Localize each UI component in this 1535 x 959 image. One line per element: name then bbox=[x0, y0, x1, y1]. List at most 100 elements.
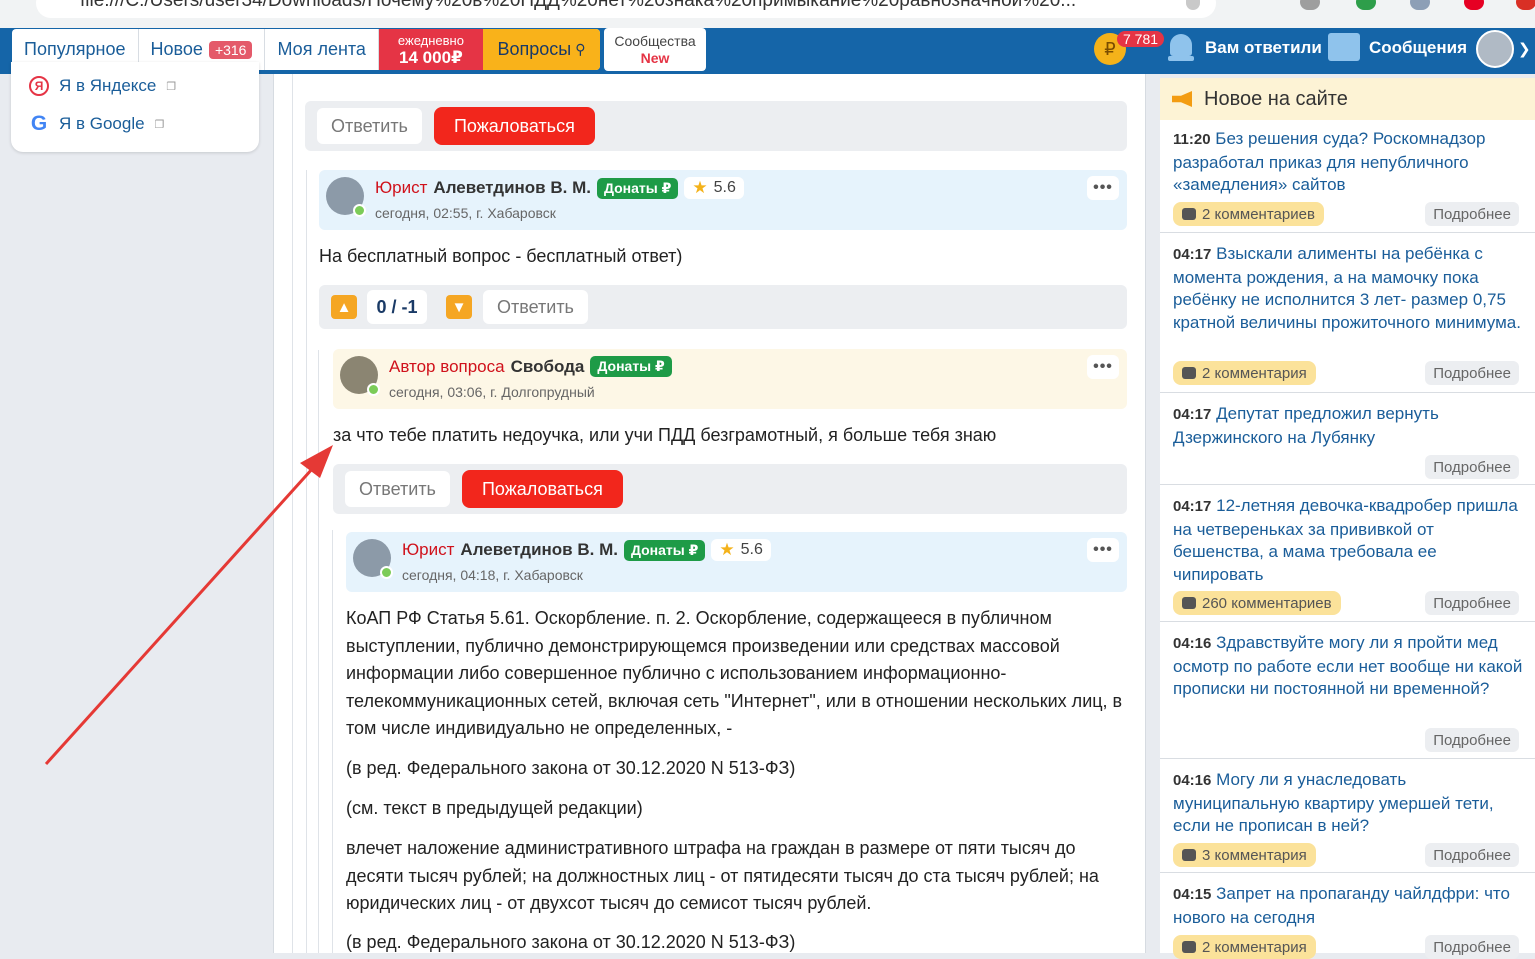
promo-line2: 14 000₽ bbox=[399, 47, 463, 67]
more-options-icon[interactable]: ••• bbox=[1087, 355, 1119, 379]
comments-badge[interactable]: 2 комментариев bbox=[1173, 202, 1324, 226]
author-name[interactable]: Алеветдинов В. М. bbox=[433, 178, 591, 198]
search-icon: ⚲ bbox=[575, 41, 586, 57]
answer-paragraph: КоАП РФ Статья 5.61. Оскорбление. п. 2. … bbox=[346, 608, 1123, 738]
megaphone-icon bbox=[1172, 91, 1192, 107]
news-text[interactable]: 04:15 Запрет на пропаганду чайлдфри: что… bbox=[1173, 883, 1523, 929]
tab-label: Популярное bbox=[24, 39, 126, 59]
extension-icon[interactable] bbox=[1410, 0, 1430, 10]
news-text[interactable]: 04:17 Взыскали алименты на ребёнка с мом… bbox=[1173, 243, 1523, 334]
thumbs-up-icon[interactable]: ▲ bbox=[331, 295, 357, 319]
user-avatar[interactable] bbox=[1476, 30, 1514, 68]
news-text[interactable]: 04:16 Здравствуйте могу ли я пройти мед … bbox=[1173, 632, 1523, 701]
star-icon: ★ bbox=[692, 178, 708, 197]
social-login-card: Я Я в Яндексе ❐ G Я в Google ❐ bbox=[11, 62, 259, 152]
more-button[interactable]: Подробнее bbox=[1425, 728, 1519, 752]
online-indicator bbox=[367, 383, 380, 396]
reply-button[interactable]: Ответить bbox=[345, 471, 450, 507]
post-actions: Ответить Пожаловаться bbox=[305, 101, 1127, 151]
news-text[interactable]: 04:17 12-летняя девочка-квадробер пришла… bbox=[1173, 495, 1523, 586]
comments-count: 3 комментария bbox=[1202, 846, 1307, 864]
news-item[interactable]: 04:17 Депутат предложил вернуть Дзержинс… bbox=[1160, 393, 1535, 485]
questions-button[interactable]: Вопросы ⚲ bbox=[482, 29, 600, 70]
more-options-icon[interactable]: ••• bbox=[1087, 176, 1119, 200]
answer-header: Юрист Алеветдинов В. М. Донаты ₽ ★ 5.6 се… bbox=[346, 532, 1127, 592]
messages-link[interactable]: Сообщения bbox=[1369, 38, 1467, 58]
more-button[interactable]: Подробнее bbox=[1425, 935, 1519, 959]
donate-badge[interactable]: Донаты ₽ bbox=[590, 356, 672, 377]
answered-link[interactable]: Вам ответили bbox=[1205, 38, 1322, 58]
comments-badge[interactable]: 2 комментария bbox=[1173, 935, 1316, 959]
comments-badge[interactable]: 260 комментариев bbox=[1173, 591, 1341, 615]
more-button[interactable]: Подробнее bbox=[1425, 591, 1519, 615]
news-item[interactable]: 04:16 Могу ли я унаследовать муниципальн… bbox=[1160, 759, 1535, 873]
news-link[interactable]: Запрет на пропаганду чайлдфри: что новог… bbox=[1173, 884, 1510, 927]
bell-icon[interactable] bbox=[1168, 34, 1194, 64]
more-options-icon[interactable]: ••• bbox=[1087, 538, 1119, 562]
communities-button[interactable]: Сообщества New bbox=[604, 28, 706, 71]
address-url[interactable]: file:///C:/Users/user34/Downloads/Почему… bbox=[80, 0, 1076, 12]
news-header: Новое на сайте bbox=[1160, 78, 1535, 120]
google-label: Я в Google bbox=[59, 114, 145, 133]
author-role: Автор вопроса bbox=[389, 356, 505, 376]
external-link-icon: ❐ bbox=[166, 80, 177, 93]
news-link[interactable]: Могу ли я унаследовать муниципальную ква… bbox=[1173, 770, 1494, 835]
notification-extension-icon[interactable] bbox=[1516, 0, 1535, 10]
more-button[interactable]: Подробнее bbox=[1425, 202, 1519, 226]
chevron-down-icon[interactable]: ❯ bbox=[1518, 40, 1531, 58]
donate-badge[interactable]: Донаты ₽ bbox=[623, 539, 706, 561]
thread-line bbox=[306, 170, 307, 953]
news-link[interactable]: Здравствуйте могу ли я пройти мед осмотр… bbox=[1173, 633, 1522, 698]
news-item[interactable]: 04:15 Запрет на пропаганду чайлдфри: что… bbox=[1160, 873, 1535, 959]
news-item[interactable]: 04:16 Здравствуйте могу ли я пройти мед … bbox=[1160, 622, 1535, 759]
more-button[interactable]: Подробнее bbox=[1425, 843, 1519, 867]
comment-icon bbox=[1182, 849, 1196, 861]
thumbs-down-icon[interactable]: ▼ bbox=[446, 295, 472, 319]
post-meta: сегодня, 04:18, г. Хабаровск bbox=[402, 567, 583, 583]
comment-icon bbox=[1182, 597, 1196, 609]
comment-text: за что тебе платить недоучка, или учи ПД… bbox=[333, 425, 997, 445]
tab-label: Новое bbox=[150, 39, 203, 59]
news-sidebar: Новое на сайте 11:20 Без решения суда? Р… bbox=[1160, 74, 1535, 959]
news-item[interactable]: 04:17 Взыскали алименты на ребёнка с мом… bbox=[1160, 233, 1535, 393]
promo-line1: ежедневно bbox=[397, 32, 464, 48]
comments-badge[interactable]: 3 комментария bbox=[1173, 843, 1316, 867]
pinterest-icon[interactable] bbox=[1464, 0, 1484, 10]
news-text[interactable]: 11:20 Без решения суда? Роскомнадзор раз… bbox=[1173, 128, 1523, 197]
messages-icon[interactable] bbox=[1328, 33, 1360, 61]
news-link[interactable]: Без решения суда? Роскомнадзор разработа… bbox=[1173, 129, 1485, 194]
donate-badge[interactable]: Донаты ₽ bbox=[596, 177, 679, 199]
comments-badge[interactable]: 2 комментария bbox=[1173, 361, 1316, 385]
post-meta: сегодня, 03:06, г. Долгопрудный bbox=[389, 384, 595, 400]
author-name[interactable]: Алеветдинов В. М. bbox=[460, 540, 618, 560]
thread-line bbox=[292, 74, 293, 953]
news-item[interactable]: 11:20 Без решения суда? Роскомнадзор раз… bbox=[1160, 120, 1535, 233]
tab-label: Моя лента bbox=[277, 39, 366, 59]
online-indicator bbox=[380, 566, 393, 579]
comment-actions: Ответить Пожаловаться bbox=[333, 464, 1127, 514]
news-text[interactable]: 04:16 Могу ли я унаследовать муниципальн… bbox=[1173, 769, 1523, 838]
author-name[interactable]: Свобода bbox=[511, 357, 585, 377]
google-link[interactable]: G Я в Google ❐ bbox=[29, 112, 165, 136]
extension-icon[interactable] bbox=[1300, 0, 1320, 10]
reply-button[interactable]: Ответить bbox=[483, 290, 588, 324]
yandex-link[interactable]: Я Я в Яндексе ❐ bbox=[29, 76, 176, 96]
news-link[interactable]: 12-летняя девочка-квадробер пришла на че… bbox=[1173, 496, 1518, 584]
comment-icon bbox=[1182, 367, 1196, 379]
news-item[interactable]: 04:17 12-летняя девочка-квадробер пришла… bbox=[1160, 485, 1535, 622]
news-text[interactable]: 04:17 Депутат предложил вернуть Дзержинс… bbox=[1173, 403, 1523, 449]
browser-toolbar: file:///C:/Users/user34/Downloads/Почему… bbox=[0, 0, 1535, 28]
more-button[interactable]: Подробнее bbox=[1425, 361, 1519, 385]
news-link[interactable]: Депутат предложил вернуть Дзержинского н… bbox=[1173, 404, 1439, 447]
news-link[interactable]: Взыскали алименты на ребёнка с момента р… bbox=[1173, 244, 1521, 332]
more-button[interactable]: Подробнее bbox=[1425, 455, 1519, 479]
shield-extension-icon[interactable] bbox=[1356, 0, 1376, 10]
tab-my-feed[interactable]: Моя лента bbox=[265, 29, 379, 70]
daily-prize-promo[interactable]: ежедневно 14 000₽ bbox=[378, 29, 483, 70]
author-role: Юрист bbox=[375, 178, 428, 197]
news-time: 04:16 bbox=[1173, 635, 1212, 652]
news-title: Новое на сайте bbox=[1204, 87, 1348, 110]
complain-button[interactable]: Пожаловаться bbox=[461, 470, 623, 508]
reply-button[interactable]: Ответить bbox=[317, 108, 422, 144]
complain-button[interactable]: Пожаловаться bbox=[433, 107, 595, 145]
